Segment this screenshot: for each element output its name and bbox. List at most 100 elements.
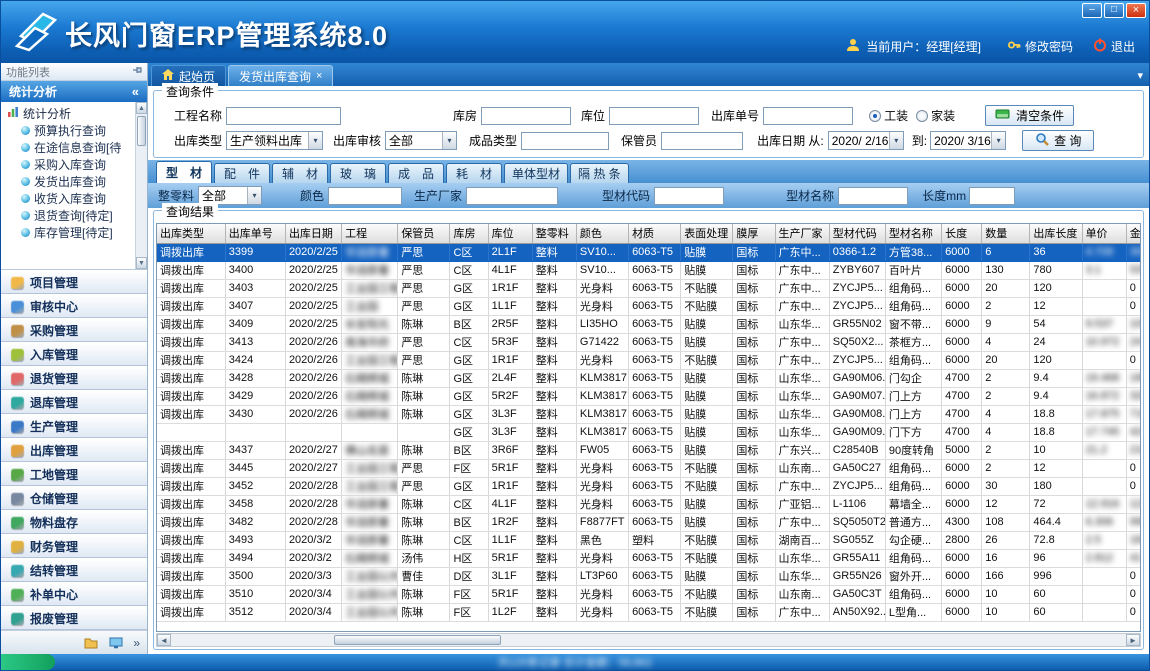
manufacturer-input[interactable]: [466, 187, 558, 205]
table-cell[interactable]: 不贴膜: [681, 351, 733, 369]
collapse-icon[interactable]: «: [132, 84, 139, 99]
table-cell[interactable]: 0: [1126, 459, 1141, 477]
table-cell[interactable]: 国标: [733, 261, 775, 279]
table-cell[interactable]: 山东南...: [775, 459, 829, 477]
material-tab-3[interactable]: 玻 璃: [330, 163, 386, 183]
tree-item-3[interactable]: 发货出库查询: [1, 173, 135, 190]
table-cell[interactable]: 贴膜: [681, 369, 733, 387]
table-row[interactable]: 调拨出库34072020/2/25工业园严思G区1L1F整料光身料6063-T5…: [157, 297, 1141, 315]
table-cell[interactable]: 6063-T5: [629, 567, 681, 585]
table-cell[interactable]: 光身料: [576, 477, 628, 495]
table-cell[interactable]: 2: [982, 459, 1030, 477]
radio-jiazhuang[interactable]: [916, 110, 928, 122]
table-cell[interactable]: 2020/2/25: [285, 297, 341, 315]
table-cell[interactable]: 9.4: [1030, 387, 1082, 405]
table-cell[interactable]: 石碣辉城: [342, 549, 398, 567]
table-cell[interactable]: 整料: [532, 495, 576, 513]
table-cell[interactable]: 国标: [733, 315, 775, 333]
outbound-type-select[interactable]: 生产领料出库▾: [226, 131, 323, 150]
material-tab-1[interactable]: 配 件: [214, 163, 270, 183]
table-cell[interactable]: GA90M08...: [829, 405, 885, 423]
table-cell[interactable]: 0: [1126, 477, 1141, 495]
table-cell[interactable]: 6: [982, 243, 1030, 261]
table-cell[interactable]: 3500: [225, 567, 285, 585]
table-cell[interactable]: 国标: [733, 423, 775, 441]
table-cell[interactable]: KLM3817: [576, 387, 628, 405]
material-tab-6[interactable]: 单体型材: [504, 163, 568, 183]
module-finance[interactable]: 财务管理: [1, 534, 147, 558]
table-cell[interactable]: 0: [1126, 351, 1141, 369]
table-cell[interactable]: 调拨出库: [157, 513, 225, 531]
table-cell[interactable]: 华润原著: [342, 243, 398, 261]
table-cell[interactable]: F区: [450, 459, 488, 477]
scroll-right-icon[interactable]: ►: [1126, 634, 1140, 646]
table-cell[interactable]: 2020/2/25: [285, 279, 341, 297]
column-header-13[interactable]: 型材代码: [829, 224, 885, 243]
table-cell[interactable]: 17.745: [1082, 423, 1126, 441]
table-cell[interactable]: 123: [1126, 495, 1141, 513]
table-cell[interactable]: GR55A11: [829, 549, 885, 567]
table-cell[interactable]: GA50C3T: [829, 585, 885, 603]
table-cell[interactable]: [1082, 279, 1126, 297]
table-cell[interactable]: 6000: [942, 315, 982, 333]
tree-item-4[interactable]: 收货入库查询: [1, 190, 135, 207]
table-cell[interactable]: 6063-T5: [629, 495, 681, 513]
table-cell[interactable]: GA90M06...: [829, 369, 885, 387]
table-cell[interactable]: 陈琳: [398, 369, 450, 387]
table-row[interactable]: 调拨出库34242020/2/26工业园工程严思G区1R1F整料光身料6063-…: [157, 351, 1141, 369]
column-header-7[interactable]: 整零料: [532, 224, 576, 243]
table-cell[interactable]: 4L1F: [488, 261, 532, 279]
table-cell[interactable]: 2020/3/2: [285, 531, 341, 549]
module-audit[interactable]: 审核中心: [1, 294, 147, 318]
table-cell[interactable]: 19.468: [1082, 369, 1126, 387]
table-cell[interactable]: 12: [982, 495, 1030, 513]
search-button[interactable]: 查 询: [1022, 130, 1094, 151]
table-cell[interactable]: 工业园: [342, 297, 398, 315]
table-cell[interactable]: 4300: [942, 513, 982, 531]
tree-item-1[interactable]: 在途信息查询[待: [1, 139, 135, 156]
table-cell[interactable]: 光身料: [576, 495, 628, 513]
table-cell[interactable]: 2L4F: [488, 369, 532, 387]
table-cell[interactable]: [1082, 297, 1126, 315]
table-cell[interactable]: 整料: [532, 369, 576, 387]
table-cell[interactable]: 门勾企: [885, 369, 941, 387]
table-cell[interactable]: 6063-T5: [629, 297, 681, 315]
table-cell[interactable]: 窗不带...: [885, 315, 941, 333]
table-cell[interactable]: 4700: [942, 387, 982, 405]
table-cell[interactable]: 调拨出库: [157, 279, 225, 297]
table-cell[interactable]: 国标: [733, 351, 775, 369]
table-cell[interactable]: 16: [982, 549, 1030, 567]
table-cell[interactable]: 塑料: [629, 531, 681, 549]
table-cell[interactable]: 整料: [532, 405, 576, 423]
table-cell[interactable]: 12: [1030, 459, 1082, 477]
table-cell[interactable]: C区: [450, 261, 488, 279]
table-cell[interactable]: 曹佳: [398, 567, 450, 585]
table-cell[interactable]: 2020/2/26: [285, 351, 341, 369]
product-type-input[interactable]: [521, 132, 609, 150]
column-header-6[interactable]: 库位: [488, 224, 532, 243]
table-cell[interactable]: LI35HO: [576, 315, 628, 333]
table-cell[interactable]: 国标: [733, 477, 775, 495]
table-row[interactable]: 调拨出库34092020/2/25长安阳光陈琳B区2R5F整料LI35HO606…: [157, 315, 1141, 333]
column-header-14[interactable]: 型材名称: [885, 224, 941, 243]
table-cell[interactable]: 6063-T5: [629, 243, 681, 261]
table-cell[interactable]: 0: [1126, 279, 1141, 297]
scroll-down-icon[interactable]: ▼: [136, 257, 147, 269]
table-cell[interactable]: 黑色: [576, 531, 628, 549]
table-cell[interactable]: 国标: [733, 459, 775, 477]
table-row[interactable]: 调拨出库35002020/3/3工业园公共工程曹佳D区3L1F整料LT3P606…: [157, 567, 1141, 585]
table-cell[interactable]: 3494: [225, 549, 285, 567]
table-cell[interactable]: 调拨出库: [157, 567, 225, 585]
table-cell[interactable]: 陈琳: [398, 603, 450, 621]
table-cell[interactable]: 4700: [942, 423, 982, 441]
table-cell[interactable]: 整料: [532, 459, 576, 477]
table-cell[interactable]: 2: [982, 297, 1030, 315]
table-cell[interactable]: 5R1F: [488, 459, 532, 477]
module-project[interactable]: 项目管理: [1, 270, 147, 294]
table-cell[interactable]: 6063-T5: [629, 333, 681, 351]
table-cell[interactable]: 2: [982, 441, 1030, 459]
table-cell[interactable]: L-1106: [829, 495, 885, 513]
table-cell[interactable]: 2020/2/26: [285, 369, 341, 387]
table-cell[interactable]: 国标: [733, 441, 775, 459]
table-cell[interactable]: AN50X92...: [829, 603, 885, 621]
